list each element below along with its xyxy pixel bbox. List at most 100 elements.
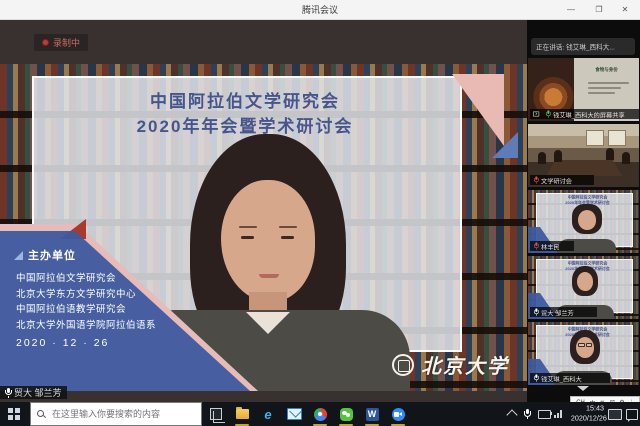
decor-blue-triangle	[492, 132, 518, 158]
organizer-header: 主办单位	[14, 247, 76, 263]
thumbnail-label: 钱艾琳_西科大的屏幕共享	[530, 109, 639, 119]
mail-icon	[287, 408, 302, 420]
action-center-icon[interactable]	[626, 409, 638, 420]
thumbnail-label: 贸大 邹兰芳	[530, 307, 597, 317]
chrome-button[interactable]	[312, 406, 328, 422]
conference-title: 中国阿拉伯文学研究会 2020年年会暨学术研讨会	[40, 90, 450, 139]
wechat-icon	[340, 408, 353, 421]
speaker-mouth	[259, 274, 279, 278]
chrome-icon	[314, 408, 327, 421]
thumbnail-label-text: 贸大 邹兰芳	[541, 307, 574, 316]
participant-face	[577, 272, 593, 291]
speaker-brow	[279, 226, 297, 228]
recording-label: 录制中	[53, 36, 80, 49]
thumbnail-label: 林丰民	[530, 241, 574, 251]
clock-time: 15:43	[571, 405, 604, 412]
speaking-toast: 正在讲话: 钱艾琳_西科大...	[531, 38, 635, 55]
glasses-icon	[578, 343, 592, 347]
thumbnail-label-text: 林丰民	[541, 241, 560, 250]
start-button[interactable]	[8, 408, 20, 420]
ie-icon: e	[264, 408, 271, 421]
tencent-meeting-icon	[392, 408, 405, 421]
speaking-toast-text: 正在讲话: 钱艾琳_西科大...	[536, 42, 615, 52]
open-app-indicator	[365, 424, 379, 426]
thumbnail-label-text: 钱艾琳_西科大的屏幕共享	[553, 109, 625, 118]
thumbnail-label: 文学研讨会	[530, 175, 594, 185]
pku-logo: 北京大学	[392, 350, 509, 379]
tray-microphone-icon[interactable]	[524, 409, 530, 419]
shared-slide-title: 食物与身份	[590, 66, 623, 73]
tencent-meeting-window: 腾讯会议 — ❐ ✕ 录制中 中国阿拉伯文学研究会 2020年年会暨学术研讨会	[0, 0, 640, 426]
room-window	[586, 130, 604, 146]
internet-explorer-button[interactable]: e	[260, 406, 276, 422]
microphone-icon	[5, 388, 11, 398]
touch-keyboard-icon[interactable]	[608, 409, 622, 420]
maximize-button[interactable]: ❐	[586, 0, 612, 19]
pku-logo-text: 北京大学	[421, 350, 509, 379]
shared-slide-line	[588, 82, 629, 84]
taskbar-clock[interactable]: 15:43 2020/12/26	[558, 404, 604, 424]
thumbnail-participant[interactable]: 中国阿拉伯文学研究会 2020年年会暨学术研讨会 林丰民	[528, 190, 639, 253]
room-person	[606, 148, 614, 160]
organizer-item: 北京大学外国语学院阿拉伯语系	[16, 318, 156, 334]
participants-sidebar: 正在讲话: 钱艾琳_西科大... 食物与身份 钱艾琳_西科大的屏幕共享	[527, 20, 640, 402]
microphone-icon	[534, 374, 538, 381]
organizer-bullet-icon	[14, 251, 23, 260]
speaker-name-text: 贸大 邹兰芳	[14, 386, 62, 399]
file-explorer-button[interactable]	[234, 406, 250, 422]
screen-share-icon	[533, 112, 539, 117]
battery-icon[interactable]	[538, 410, 551, 419]
organizer-item: 中国阿拉伯语教学研究会	[16, 302, 156, 318]
thumbnail-screen-share[interactable]: 食物与身份 钱艾琳_西科大的屏幕共享	[528, 58, 639, 121]
tray-expand-icon[interactable]	[506, 409, 517, 420]
thumbnail-label-text: 文学研讨会	[541, 175, 572, 184]
window-title: 腾讯会议	[0, 3, 640, 16]
open-app-indicator	[339, 424, 353, 426]
speaker-brow	[239, 226, 257, 228]
participant-face	[576, 337, 594, 358]
organizer-header-label: 主办单位	[28, 247, 76, 263]
open-app-indicator	[391, 424, 405, 426]
microphone-icon	[546, 110, 550, 117]
microphone-muted-icon	[534, 242, 538, 249]
open-app-indicator	[313, 424, 327, 426]
close-button[interactable]: ✕	[612, 0, 638, 19]
word-button[interactable]: W	[364, 406, 380, 422]
meeting-content: 录制中 中国阿拉伯文学研究会 2020年年会暨学术研讨会	[0, 20, 640, 402]
organizer-item: 北京大学东方文学研究中心	[16, 287, 156, 303]
more-participants-arrow-icon[interactable]	[577, 386, 589, 391]
search-input[interactable]	[50, 408, 195, 420]
thumbnail-participant-active[interactable]: 中国阿拉伯文学研究会 2020年年会暨学术研讨会 钱艾琳_西科大	[528, 322, 639, 385]
clock-date: 2020/12/26	[571, 415, 604, 422]
word-icon: W	[366, 408, 379, 421]
room-person	[554, 150, 562, 162]
conference-date: 2020 · 12 · 26	[16, 337, 109, 349]
recording-dot-icon	[42, 39, 49, 46]
task-view-button[interactable]	[210, 408, 222, 420]
open-app-indicator	[235, 424, 249, 426]
tencent-meeting-button[interactable]	[390, 406, 406, 422]
pku-seal-icon	[392, 354, 414, 376]
taskbar-search[interactable]	[30, 402, 202, 426]
conference-title-line1: 中国阿拉伯文学研究会	[40, 90, 450, 115]
thumbnail-label: 钱艾琳_西科大	[530, 373, 610, 383]
wechat-button[interactable]	[338, 406, 354, 422]
search-icon	[37, 410, 45, 418]
window-titlebar: 腾讯会议 — ❐ ✕	[0, 0, 640, 20]
main-video-stage[interactable]: 录制中 中国阿拉伯文学研究会 2020年年会暨学术研讨会	[0, 20, 527, 402]
speaker-video[interactable]: 中国阿拉伯文学研究会 2020年年会暨学术研讨会	[0, 64, 527, 391]
shared-slide-line	[588, 92, 615, 94]
room-person	[538, 152, 546, 164]
participant-face	[578, 210, 596, 230]
folder-icon	[236, 409, 249, 419]
thumbnail-participant[interactable]: 中国阿拉伯文学研究会 2020年年会暨学术研讨会 贸大 邹兰芳	[528, 256, 639, 319]
room-window	[608, 130, 626, 146]
speaker-eye	[281, 236, 294, 239]
microphone-icon	[534, 308, 538, 315]
minimize-button[interactable]: —	[558, 0, 584, 19]
mail-button[interactable]	[286, 406, 302, 422]
recording-indicator: 录制中	[34, 34, 88, 51]
shared-slide-line	[588, 87, 621, 89]
microphone-muted-icon	[534, 176, 538, 183]
thumbnail-meeting-room[interactable]: 文学研讨会	[528, 124, 639, 187]
